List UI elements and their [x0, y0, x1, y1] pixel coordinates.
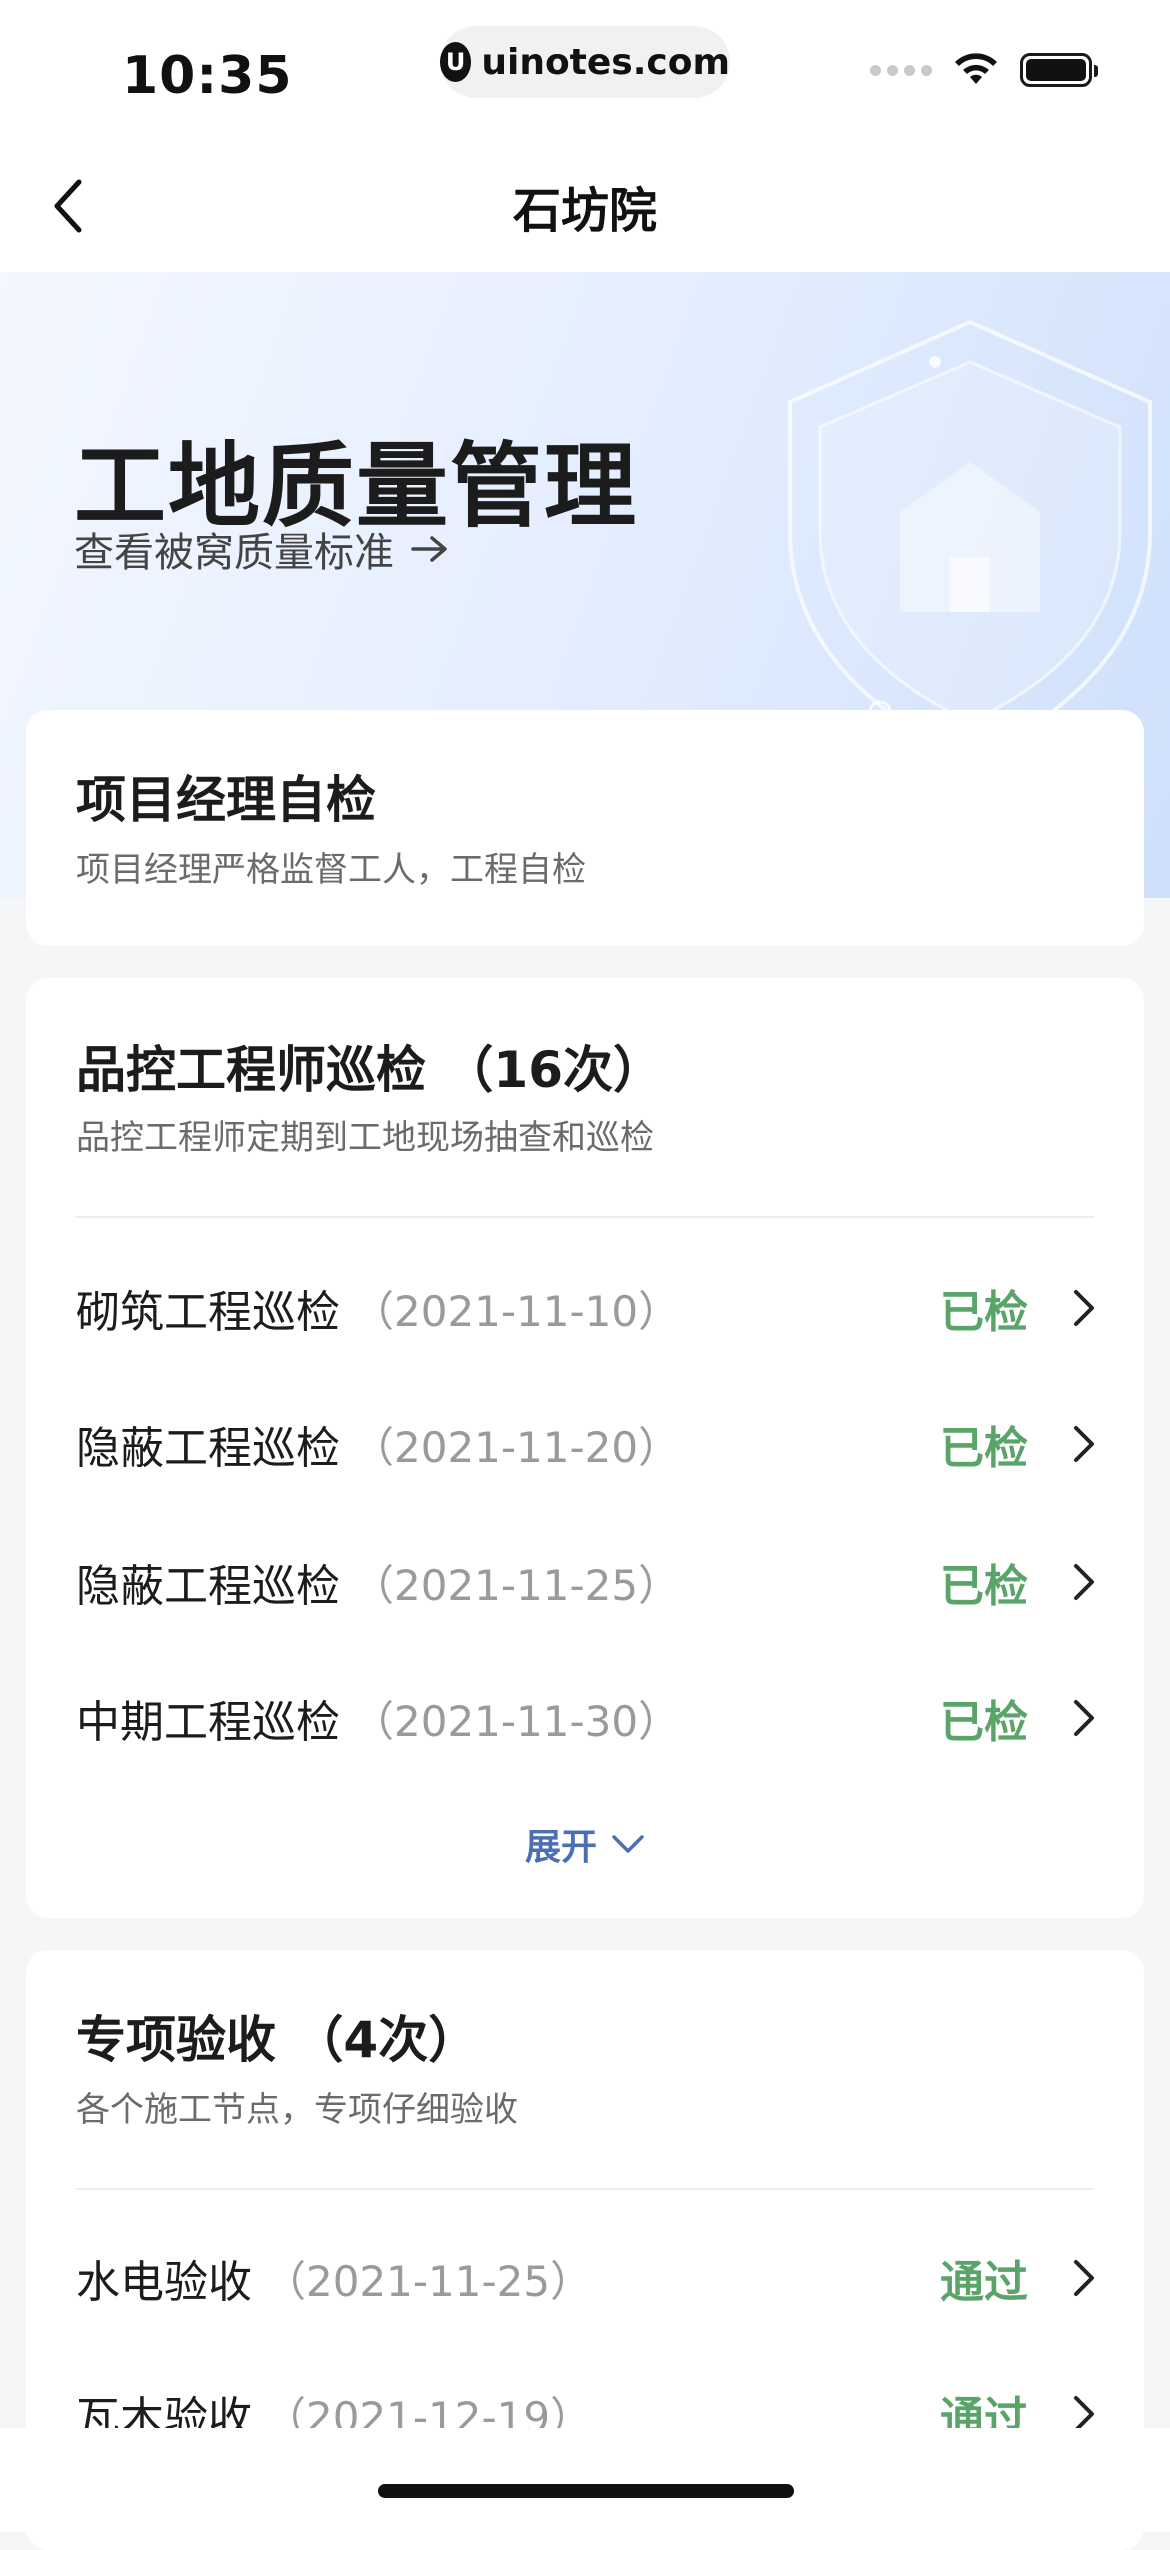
self-check-subtitle: 项目经理严格监督工人，工程自检 [76, 850, 586, 890]
patrol-row[interactable]: 隐蔽工程巡检 （2021-11-25） 已检 [76, 1534, 1104, 1630]
bottom-safe-area [0, 2428, 1170, 2532]
nav-bar: 石坊院 [0, 140, 1170, 272]
self-check-title: 项目经理自检 [76, 771, 376, 829]
home-indicator[interactable] [378, 2484, 794, 2498]
row-name: 水电验收 [76, 2257, 252, 2308]
acceptance-title: 专项验收 （4次） [76, 2011, 479, 2069]
battery-icon [1020, 53, 1098, 87]
chevron-right-icon [1064, 1558, 1104, 1606]
wifi-icon [955, 53, 997, 84]
back-button[interactable] [36, 174, 100, 238]
status-badge: 已检 [940, 1423, 1028, 1474]
status-time: 10:35 [122, 46, 293, 106]
status-badge: 通过 [940, 2257, 1028, 2308]
expand-label: 展开 [524, 1827, 597, 1868]
url-text: uinotes.com [481, 41, 730, 83]
self-check-card[interactable]: 项目经理自检 项目经理严格监督工人，工程自检 [26, 710, 1144, 946]
chevron-down-icon [612, 1835, 644, 1853]
chevron-right-icon [1064, 2254, 1104, 2302]
arrow-right-icon [411, 536, 447, 562]
status-badge: 已检 [940, 1287, 1028, 1338]
status-badge: 已检 [940, 1561, 1028, 1612]
divider [76, 1216, 1094, 1218]
chevron-right-icon [1064, 1420, 1104, 1468]
acceptance-subtitle: 各个施工节点，专项仔细验收 [76, 2090, 518, 2130]
quality-standard-link[interactable]: 查看被窝质量标准 [74, 520, 450, 578]
status-bar: 10:35 U uinotes.com [0, 0, 1170, 140]
chevron-right-icon [1064, 1284, 1104, 1332]
patrol-row[interactable]: 砌筑工程巡检 （2021-11-10） 已检 [76, 1260, 1104, 1356]
row-name: 中期工程巡检 [76, 1697, 340, 1748]
patrol-subtitle: 品控工程师定期到工地现场抽查和巡检 [76, 1118, 654, 1158]
row-date: （2021-11-25） [264, 2256, 593, 2306]
site-logo-icon: U [440, 42, 472, 82]
page-title: 石坊院 [512, 183, 657, 239]
patrol-card: 品控工程师巡检 （16次） 品控工程师定期到工地现场抽查和巡检 砌筑工程巡检 （… [26, 978, 1144, 1918]
patrol-row[interactable]: 隐蔽工程巡检 （2021-11-20） 已检 [76, 1396, 1104, 1492]
patrol-title: 品控工程师巡检 （16次） [76, 1041, 663, 1099]
row-date: （2021-11-10） [352, 1286, 681, 1336]
status-icons [870, 52, 1098, 88]
acceptance-row[interactable]: 水电验收 （2021-11-25） 通过 [76, 2230, 1104, 2326]
row-name: 隐蔽工程巡检 [76, 1561, 340, 1612]
chevron-right-icon [1064, 1694, 1104, 1742]
expand-button[interactable]: 展开 [26, 1818, 1144, 1870]
chevron-left-icon [54, 179, 82, 233]
patrol-row[interactable]: 中期工程巡检 （2021-11-30） 已检 [76, 1670, 1104, 1766]
quality-standard-link-label: 查看被窝质量标准 [74, 530, 394, 576]
url-pill[interactable]: U uinotes.com [440, 26, 730, 98]
signal-icon [870, 64, 932, 76]
status-badge: 已检 [940, 1697, 1028, 1748]
row-date: （2021-11-25） [352, 1560, 681, 1610]
row-name: 砌筑工程巡检 [76, 1287, 340, 1338]
row-date: （2021-11-30） [352, 1696, 681, 1746]
row-name: 隐蔽工程巡检 [76, 1423, 340, 1474]
divider [76, 2188, 1094, 2190]
row-date: （2021-11-20） [352, 1422, 681, 1472]
